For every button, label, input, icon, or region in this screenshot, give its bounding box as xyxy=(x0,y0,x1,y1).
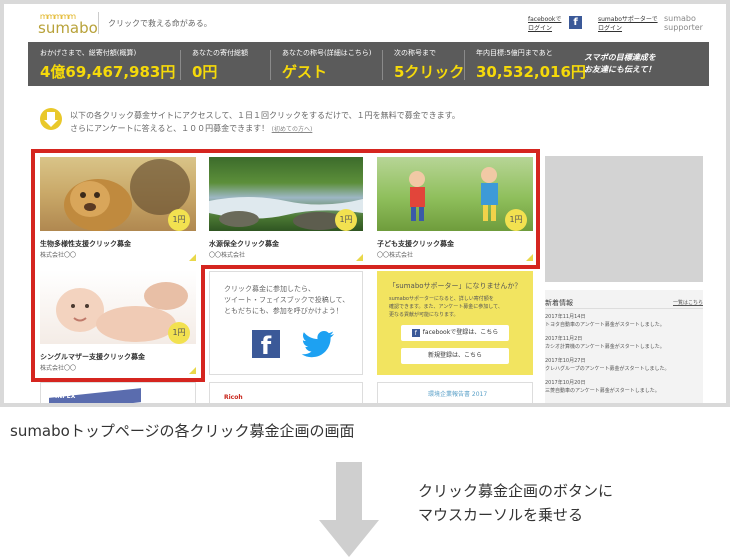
screenshot-caption: sumaboトップページの各クリック募金企画の画面 xyxy=(10,422,355,440)
tagline: クリックで救える命がある。 xyxy=(108,19,212,28)
highlight-top xyxy=(31,149,540,269)
down-arrow-icon xyxy=(40,108,62,130)
ricoh-logo-text: Ricoh xyxy=(224,394,243,401)
facebook-register-label: facebookで登録は、こちら xyxy=(422,329,499,336)
stat-annual-goal: 年内目標:5億円まであと 30,532,016円 xyxy=(464,42,586,86)
stat-value: 0円 xyxy=(192,63,218,81)
instruction-text: クリック募金企画のボタンに マウスカーソルを乗せる xyxy=(418,479,613,527)
stat-your-title[interactable]: あなたの称号(詳細はこちら) ゲスト xyxy=(270,42,382,86)
intro-line1: 以下の各クリック募金サイトにアクセスして、１日１回クリックをするだけで、１円を無… xyxy=(70,111,460,120)
news-text: 三菱自動車のアンケート募金がスタートしました。 xyxy=(545,388,660,394)
cta-line2: お友達にも伝えて！ xyxy=(584,65,656,74)
news-item[interactable]: 2017年10月20日 三菱自動車のアンケート募金がスタートしました。 xyxy=(545,379,660,395)
stat-label: 次の称号まで xyxy=(394,49,436,57)
intro-line2: さらにアンケートに答えると、１００円募金できます！ xyxy=(70,124,270,133)
new-register-button[interactable]: 新規登録は、こちら xyxy=(401,348,509,364)
click-donation-card-report[interactable]: 環境企業報告書 2017 xyxy=(377,382,533,403)
stat-your-donations: あなたの寄付総額 0円 xyxy=(180,42,270,86)
click-donation-card-inpex[interactable]: INPEX xyxy=(40,382,196,403)
news-panel: 新着情報 一覧はこちら 2017年11月14日 トヨタ自動車のアンケート募金がス… xyxy=(545,290,703,403)
twitter-share-icon[interactable] xyxy=(300,330,336,358)
sumabo-logo[interactable]: ｍｍｍｍｍ sumabo xyxy=(38,9,98,39)
highlight-inner-edge xyxy=(201,265,540,269)
supporter-signup-card: 「sumaboサポーター」になりませんか？ sumaboサポーターになると、詳し… xyxy=(377,271,533,375)
social-text: クリック募金に参加したら、 ツイート・フェイスブックで投稿して、 ともだちにも、… xyxy=(224,284,374,317)
stat-value: 30,532,016円 xyxy=(476,63,586,81)
facebook-icon: f xyxy=(411,328,420,337)
stat-label: おかげさまで、総寄付額(概算) xyxy=(40,49,137,57)
facebook-login-link[interactable]: facebookで ログイン xyxy=(528,15,568,33)
social-line2: ツイート・フェイスブックで投稿して、 xyxy=(224,296,350,304)
supporter-logo: sumabo supporter xyxy=(664,14,703,32)
logo-text: sumabo xyxy=(38,19,98,37)
stat-label: 年内目標:5億円まであと xyxy=(476,49,553,57)
header-divider xyxy=(98,12,99,34)
news-text: クレハグループのアンケート募金がスタートしました。 xyxy=(545,366,670,372)
cta-line1: スマボの目標達成を xyxy=(584,53,656,62)
report-banner-text: 環境企業報告書 2017 xyxy=(428,391,488,398)
news-date: 2017年10月27日 xyxy=(545,358,586,364)
news-item[interactable]: 2017年11月2日 カシオ計算機のアンケート募金がスタートしました。 xyxy=(545,335,665,351)
facebook-register-button[interactable]: f facebookで登録は、こちら xyxy=(401,325,509,341)
news-date: 2017年11月14日 xyxy=(545,314,586,320)
first-time-link[interactable]: (初めての方へ) xyxy=(272,126,313,133)
supporter-login-link[interactable]: sumaboサポーターで ログイン xyxy=(598,15,658,33)
inpex-logo-text: INPEX xyxy=(55,393,76,400)
stat-total-donations: おかげさまで、総寄付額(概算) 4億69,467,983円 xyxy=(28,42,180,86)
highlight-bottom xyxy=(31,265,205,382)
news-text: カシオ計算機のアンケート募金がスタートしました。 xyxy=(545,344,665,350)
facebook-share-icon[interactable]: f xyxy=(252,330,280,360)
highlight-gap xyxy=(35,265,201,269)
stats-bar: おかげさまで、総寄付額(概算) 4億69,467,983円 あなたの寄付総額 0… xyxy=(28,42,709,86)
site-header: ｍｍｍｍｍ sumabo クリックで救える命がある。 facebookで ログイ… xyxy=(28,4,708,42)
news-more-link[interactable]: 一覧はこちら xyxy=(673,299,703,306)
news-date: 2017年11月2日 xyxy=(545,336,583,342)
supporter-body-line2: 確認できます。また、アンケート募金に参加して、 xyxy=(389,304,503,310)
news-title: 新着情報 xyxy=(545,299,573,307)
stat-value: 4億69,467,983円 xyxy=(40,63,176,81)
stat-value: ゲスト xyxy=(282,63,328,81)
intro-text: 以下の各クリック募金サイトにアクセスして、１日１回クリックをするだけで、１円を無… xyxy=(70,109,540,136)
supporter-title: 「sumaboサポーター」になりませんか？ xyxy=(388,282,522,290)
share-goal-cta[interactable]: スマボの目標達成を お友達にも伝えて！ xyxy=(584,52,656,76)
supporter-body-line1: sumaboサポーターになると、詳しい寄付額を xyxy=(389,296,494,302)
news-date: 2017年10月20日 xyxy=(545,380,586,386)
stat-next-title: 次の称号まで 5クリック xyxy=(382,42,464,86)
supporter-logo-line2: supporter xyxy=(664,23,703,32)
supporter-body: sumaboサポーターになると、詳しい寄付額を 確認できます。また、アンケート募… xyxy=(389,295,521,319)
supporter-body-line3: 更なる貢献が可能になります。 xyxy=(389,312,459,318)
instruction-line1: クリック募金企画のボタンに xyxy=(418,482,614,500)
screenshot-frame: ｍｍｍｍｍ sumabo クリックで救える命がある。 facebookで ログイ… xyxy=(0,0,730,407)
news-item[interactable]: 2017年10月27日 クレハグループのアンケート募金がスタートしました。 xyxy=(545,357,670,373)
social-line1: クリック募金に参加したら、 xyxy=(224,285,315,293)
click-donation-card-ricoh[interactable]: Ricoh xyxy=(209,382,363,403)
news-divider xyxy=(545,308,703,309)
stat-label: あなたの寄付総額 xyxy=(192,49,248,57)
instruction-line2: マウスカーソルを乗せる xyxy=(418,506,584,524)
facebook-icon[interactable]: f xyxy=(569,16,582,29)
supporter-logo-line1: sumabo xyxy=(664,14,696,23)
advertisement-box[interactable] xyxy=(545,156,703,282)
stat-label: あなたの称号(詳細はこちら) xyxy=(282,49,372,57)
stat-value: 5クリック xyxy=(394,63,465,81)
news-item[interactable]: 2017年11月14日 トヨタ自動車のアンケート募金がスタートしました。 xyxy=(545,313,665,329)
news-text: トヨタ自動車のアンケート募金がスタートしました。 xyxy=(545,322,665,328)
social-line3: ともだちにも、参加を呼びかけよう！ xyxy=(224,307,343,315)
social-share-card: クリック募金に参加したら、 ツイート・フェイスブックで投稿して、 ともだちにも、… xyxy=(209,271,363,375)
step-down-arrow-icon xyxy=(319,462,379,557)
